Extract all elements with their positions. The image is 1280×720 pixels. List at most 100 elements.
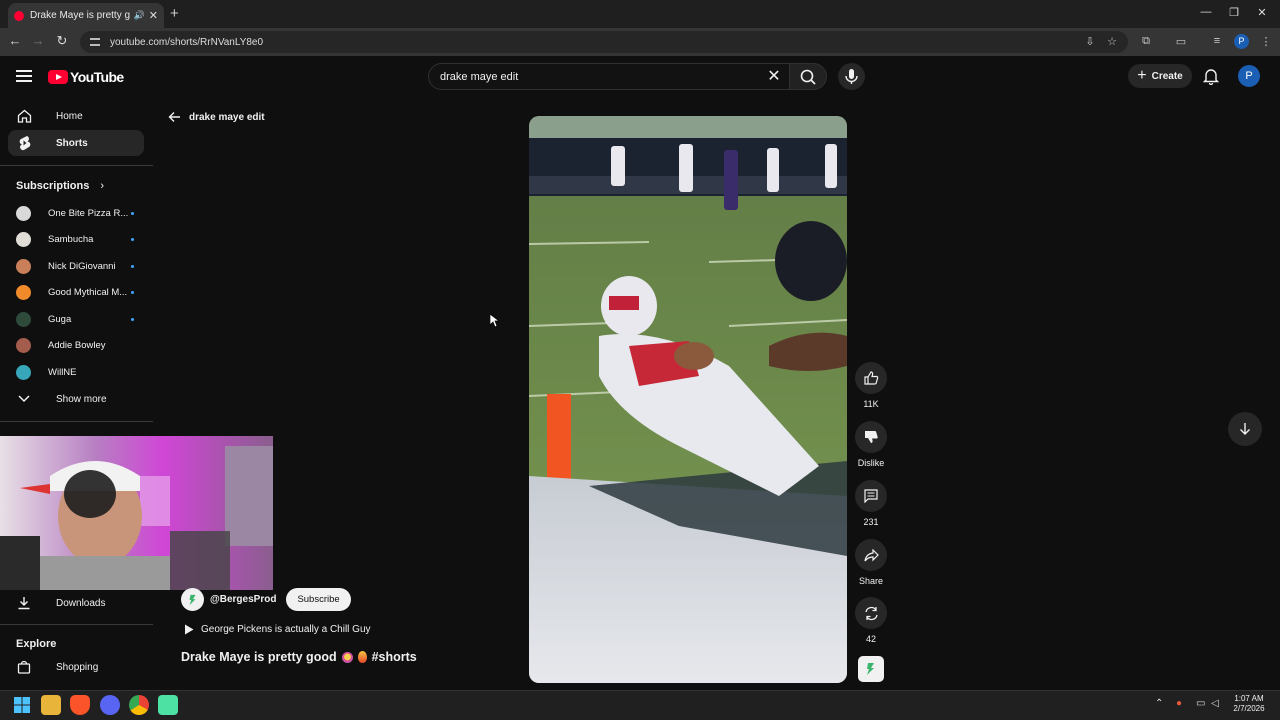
back-label: drake maye edit xyxy=(189,111,265,123)
browser-profile-avatar[interactable]: P xyxy=(1234,34,1249,49)
microphone-tray-icon[interactable]: ● xyxy=(1176,698,1182,709)
sidebar-divider xyxy=(0,421,153,422)
chevron-down-icon xyxy=(16,395,32,403)
sidebar-divider xyxy=(0,624,153,625)
search-button[interactable] xyxy=(789,63,827,90)
channel-avatar xyxy=(16,205,31,221)
bookmark-star-icon[interactable]: ☆ xyxy=(1105,35,1119,48)
search-icon xyxy=(800,69,816,85)
next-video-button[interactable] xyxy=(1228,412,1262,446)
hashtag-link[interactable]: #shorts xyxy=(372,650,417,664)
youtube-play-icon xyxy=(48,70,68,84)
chrome-icon[interactable] xyxy=(129,695,149,715)
reload-icon[interactable]: ↻ xyxy=(54,33,70,49)
minimize-icon[interactable]: — xyxy=(1196,6,1216,18)
sidebar-item-home[interactable]: Home xyxy=(8,103,144,129)
network-icon[interactable]: ▭ xyxy=(1196,698,1205,709)
speaker-icon[interactable]: 🔊 xyxy=(134,10,145,21)
remix-button[interactable]: 42 xyxy=(855,597,887,644)
subscription-item[interactable]: Good Mythical M... xyxy=(8,280,144,304)
comment-count: 231 xyxy=(863,517,879,527)
tray-chevron-icon[interactable]: ⌃ xyxy=(1155,698,1163,709)
subscription-item[interactable]: Nick DiGiovanni xyxy=(8,254,144,278)
sidebar-item-label: Downloads xyxy=(56,597,106,609)
browser-menu-icon[interactable]: ⋮ xyxy=(1259,35,1273,48)
microphone-icon xyxy=(845,69,858,84)
like-button[interactable]: 11K xyxy=(855,362,887,409)
arrow-down-icon xyxy=(1240,423,1250,435)
channel-logo-icon xyxy=(189,594,196,605)
back-icon[interactable]: ← xyxy=(7,33,23,48)
subscription-item[interactable]: Guga xyxy=(8,307,144,331)
forward-icon[interactable]: → xyxy=(30,33,46,48)
short-title-text: Drake Maye is pretty good xyxy=(181,650,337,664)
install-app-icon[interactable]: ⇩ xyxy=(1083,35,1097,48)
subscriptions-heading[interactable]: Subscriptions › xyxy=(16,180,104,192)
app-icon[interactable] xyxy=(158,695,178,715)
sidebar-item-downloads[interactable]: Downloads xyxy=(8,590,144,616)
webcam-overlay xyxy=(0,436,273,590)
subscription-name: Sambucha xyxy=(48,233,94,245)
subscription-item[interactable]: Sambucha xyxy=(8,227,144,251)
dislike-button[interactable]: Dislike xyxy=(855,421,887,468)
thumbs-up-icon xyxy=(855,362,887,394)
fire-icon xyxy=(357,651,367,663)
thumbs-down-icon xyxy=(855,421,887,453)
subscription-name: Guga xyxy=(48,313,72,325)
browser-tab[interactable]: Drake Maye is pretty good 😳🔥 🔊 ✕ xyxy=(8,3,164,28)
account-avatar[interactable]: P xyxy=(1238,65,1260,87)
playlist-label: George Pickens is actually a Chill Guy xyxy=(201,624,371,635)
play-icon xyxy=(185,624,194,635)
channel-handle[interactable]: @BergesProd xyxy=(210,594,276,605)
cast-icon[interactable]: ▭ xyxy=(1174,35,1188,48)
arrow-left-icon xyxy=(168,112,180,122)
share-button[interactable]: Share xyxy=(855,539,887,586)
youtube-favicon-icon xyxy=(14,10,24,21)
notifications-bell-icon[interactable] xyxy=(1202,68,1220,90)
subscription-name: Addie Bowley xyxy=(48,339,106,351)
address-bar[interactable]: youtube.com/shorts/RrNVanLY8e0 xyxy=(80,31,1128,53)
download-icon xyxy=(16,596,32,610)
window-close-icon[interactable]: ✕ xyxy=(1252,6,1272,19)
subscription-item[interactable]: One Bite Pizza R... xyxy=(8,201,144,225)
create-button[interactable]: + Create xyxy=(1128,64,1192,88)
channel-avatar xyxy=(16,311,31,327)
subscription-item[interactable]: WillNE xyxy=(8,360,144,384)
new-tab-button[interactable]: + xyxy=(170,5,179,22)
voice-search-button[interactable] xyxy=(838,63,865,90)
site-info-icon[interactable] xyxy=(90,38,100,46)
discord-icon[interactable] xyxy=(100,695,120,715)
windows-start-icon[interactable] xyxy=(12,695,32,715)
media-control-icon[interactable]: ≡ xyxy=(1210,35,1224,47)
url-text: youtube.com/shorts/RrNVanLY8e0 xyxy=(110,36,264,48)
channel-avatar xyxy=(16,364,31,380)
sidebar-divider xyxy=(0,165,153,166)
subscription-item[interactable]: Addie Bowley xyxy=(8,333,144,357)
show-more-button[interactable]: Show more xyxy=(8,386,144,412)
file-explorer-icon[interactable] xyxy=(41,695,61,715)
playlist-link[interactable]: George Pickens is actually a Chill Guy xyxy=(184,624,371,635)
extensions-icon[interactable]: ⧉ xyxy=(1139,35,1153,48)
sound-thumbnail[interactable] xyxy=(858,656,884,682)
subscribe-button[interactable]: Subscribe xyxy=(286,588,351,611)
sidebar-item-label: Shopping xyxy=(56,661,99,673)
system-clock[interactable]: 1:07 AM 2/7/2026 xyxy=(1224,694,1274,714)
chevron-right-icon: › xyxy=(100,180,105,192)
clear-search-icon[interactable]: ✕ xyxy=(764,66,784,86)
tab-close-icon[interactable]: ✕ xyxy=(149,9,158,22)
channel-avatar[interactable] xyxy=(181,588,204,611)
back-to-search-button[interactable]: drake maye edit xyxy=(168,111,265,123)
sidebar-item-label: Show more xyxy=(56,393,107,405)
sidebar-item-shorts[interactable]: Shorts xyxy=(8,130,144,156)
youtube-logo[interactable]: YouTube xyxy=(48,69,124,85)
home-icon xyxy=(16,109,32,123)
brave-browser-icon[interactable] xyxy=(70,695,90,715)
guide-menu-icon[interactable] xyxy=(16,70,32,82)
restore-icon[interactable]: ❐ xyxy=(1224,6,1244,19)
search-input[interactable]: drake maye edit xyxy=(428,63,790,90)
sidebar-item-shopping[interactable]: Shopping xyxy=(8,654,144,680)
volume-icon[interactable]: ◁ xyxy=(1211,698,1219,709)
shorts-video-player[interactable] xyxy=(529,116,847,683)
comments-button[interactable]: 231 xyxy=(855,480,887,527)
channel-avatar xyxy=(16,231,31,247)
